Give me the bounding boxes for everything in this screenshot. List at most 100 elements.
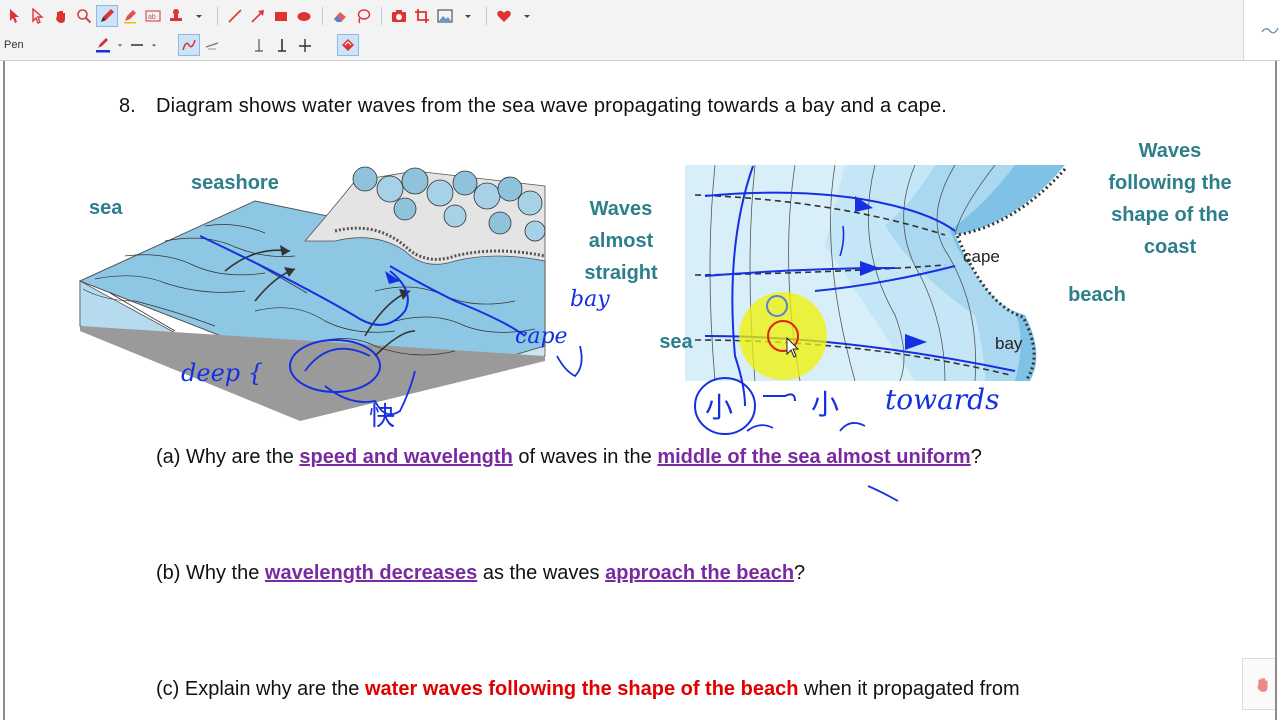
side-panel-edge bbox=[1243, 0, 1280, 60]
part-c-emphasis: water waves following the shape of the b… bbox=[364, 678, 799, 700]
thickness-medium-icon bbox=[278, 39, 286, 52]
camera-icon bbox=[392, 10, 406, 22]
select-cursor-icon bbox=[32, 8, 44, 24]
ellipse-icon bbox=[297, 12, 311, 21]
part-a-prefix: (a) Why are the bbox=[156, 446, 300, 468]
text-box-icon: ab bbox=[145, 10, 161, 22]
svg-text:ab: ab bbox=[148, 14, 156, 21]
eraser-icon bbox=[334, 12, 346, 22]
annotation-bay-left: bay bbox=[570, 287, 610, 312]
annotation-fast: 快 bbox=[369, 402, 396, 432]
freehand-icon bbox=[182, 39, 196, 51]
chevron-down-icon bbox=[196, 15, 202, 18]
toolbar-row-properties: Pen bbox=[0, 31, 360, 59]
toolbar-separator bbox=[217, 7, 218, 25]
stamp-icon bbox=[170, 9, 182, 21]
insert-image-button[interactable] bbox=[434, 5, 456, 27]
toolbar-separator bbox=[322, 7, 323, 25]
annotation-towards: towards bbox=[885, 383, 1000, 416]
heart-icon bbox=[497, 10, 511, 22]
highlighter-button[interactable] bbox=[119, 5, 141, 27]
document-page: 8. Diagram shows water waves from the se… bbox=[3, 61, 1277, 720]
eraser-button[interactable] bbox=[329, 5, 351, 27]
annotation-toolbar: ab Pen bbox=[0, 0, 1280, 61]
label-sea-left: sea bbox=[89, 197, 123, 219]
crop-button[interactable] bbox=[411, 5, 433, 27]
screenshot-button[interactable] bbox=[388, 5, 410, 27]
pen-color-button[interactable] bbox=[92, 34, 114, 56]
thickness-thick-button[interactable] bbox=[294, 34, 316, 56]
thickness-thin-icon bbox=[255, 39, 263, 52]
part-a-emphasis-1: speed and wavelength bbox=[299, 446, 513, 468]
part-a-middle: of waves in the bbox=[512, 446, 658, 468]
stamp-button[interactable] bbox=[165, 5, 187, 27]
magnifier-icon bbox=[77, 9, 92, 24]
part-a-end: ? bbox=[970, 446, 982, 468]
part-c-prefix: (c) Explain why are the bbox=[156, 678, 365, 700]
label-waves-straight-2: almost bbox=[588, 230, 654, 252]
part-b-prefix: (b) Why the bbox=[156, 562, 265, 584]
part-c-end: when it propagated from bbox=[798, 678, 1020, 700]
thickness-thick-icon bbox=[299, 39, 311, 52]
current-tool-label: Pen bbox=[4, 39, 24, 51]
favorites-dropdown[interactable] bbox=[516, 5, 538, 27]
toolbar-separator bbox=[486, 7, 487, 25]
question-part-c: (c) Explain why are the water waves foll… bbox=[156, 678, 1020, 701]
part-b-emphasis-2: approach the beach bbox=[605, 562, 795, 584]
pressure-mode-button[interactable] bbox=[337, 34, 359, 56]
line-icon bbox=[228, 9, 242, 23]
part-b-emphasis-1: wavelength decreases bbox=[264, 562, 478, 584]
rectangle-tool-button[interactable] bbox=[270, 5, 292, 27]
stamp-dropdown[interactable] bbox=[188, 5, 210, 27]
select-object-button[interactable] bbox=[27, 5, 49, 27]
chevron-down-icon bbox=[465, 15, 471, 18]
chevron-down-icon bbox=[118, 44, 122, 47]
question-text: Diagram shows water waves from the sea w… bbox=[156, 95, 948, 117]
label-seashore: seashore bbox=[191, 172, 279, 194]
annotation-chinese-2: 小 bbox=[811, 388, 840, 421]
zoom-button[interactable] bbox=[73, 5, 95, 27]
pen-color-dropdown[interactable] bbox=[115, 34, 125, 56]
ellipse-tool-button[interactable] bbox=[293, 5, 315, 27]
arrow-tool-button[interactable] bbox=[247, 5, 269, 27]
question-part-a: (a) Why are the speed and wavelength of … bbox=[156, 446, 982, 469]
annotation-cape-left: cape bbox=[515, 324, 568, 349]
line-style-button[interactable] bbox=[126, 34, 148, 56]
hand-icon bbox=[1257, 678, 1268, 692]
toolbar-row-tools: ab bbox=[4, 2, 539, 30]
smooth-line-icon bbox=[205, 42, 219, 50]
select-arrow-button[interactable] bbox=[4, 5, 26, 27]
chevron-down-icon bbox=[524, 15, 530, 18]
pen-tool-button[interactable] bbox=[96, 5, 118, 27]
pen-icon bbox=[101, 9, 114, 22]
image-icon bbox=[437, 9, 453, 23]
line-tool-button[interactable] bbox=[224, 5, 246, 27]
rectangle-icon bbox=[275, 12, 287, 21]
image-dropdown[interactable] bbox=[457, 5, 479, 27]
highlighter-icon bbox=[124, 10, 136, 24]
part-b-end: ? bbox=[794, 562, 806, 584]
thickness-medium-button[interactable] bbox=[271, 34, 293, 56]
label-waves-straight-3: straight bbox=[584, 262, 658, 284]
question-number: 8. bbox=[119, 95, 136, 117]
hand-tool-button[interactable] bbox=[50, 5, 72, 27]
hand-icon bbox=[56, 11, 65, 23]
crop-icon bbox=[415, 9, 429, 23]
favorites-button[interactable] bbox=[493, 5, 515, 27]
smooth-mode-button[interactable] bbox=[201, 34, 223, 56]
part-b-middle: as the waves bbox=[477, 562, 606, 584]
lasso-button[interactable] bbox=[352, 5, 374, 27]
page-corner-widget[interactable] bbox=[1242, 658, 1275, 710]
pen-pressure-icon bbox=[342, 39, 354, 51]
annotation-deep: deep { bbox=[181, 359, 264, 387]
lasso-icon bbox=[357, 9, 371, 24]
text-box-button[interactable]: ab bbox=[142, 5, 164, 27]
toolbar-separator bbox=[381, 7, 382, 25]
question-part-b: (b) Why the wavelength decreases as the … bbox=[156, 562, 805, 585]
thickness-thin-button[interactable] bbox=[248, 34, 270, 56]
freehand-mode-button[interactable] bbox=[178, 34, 200, 56]
line-style-dropdown[interactable] bbox=[149, 34, 159, 56]
arrow-cursor-icon bbox=[10, 9, 19, 23]
annotation-chinese-1: 小 bbox=[705, 391, 734, 424]
chevron-down-icon bbox=[152, 44, 156, 47]
